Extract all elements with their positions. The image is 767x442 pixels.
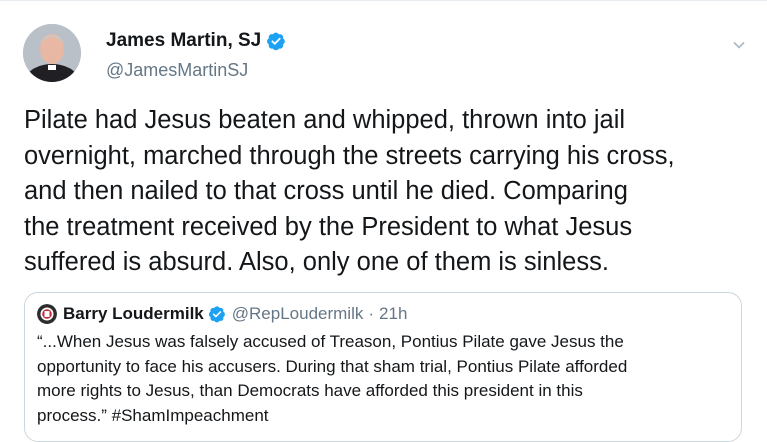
author-name[interactable]: James Martin, SJ xyxy=(106,30,286,52)
quoted-timestamp[interactable]: 21h xyxy=(379,304,407,324)
quoted-author-name[interactable]: Barry Loudermilk xyxy=(63,304,204,324)
separator-dot: · xyxy=(368,304,375,323)
quoted-author-handle[interactable]: @RepLoudermilk xyxy=(232,304,364,324)
author-avatar[interactable] xyxy=(23,24,81,82)
avatar-photo-icon xyxy=(23,24,81,82)
verified-badge-icon xyxy=(267,32,286,51)
top-divider xyxy=(0,0,767,1)
verified-badge-icon xyxy=(208,306,225,323)
quoted-tweet-card[interactable]: Barry Loudermilk @RepLoudermilk · 21h “.… xyxy=(24,292,742,442)
quoted-tweet-header: Barry Loudermilk @RepLoudermilk · 21h xyxy=(37,304,407,324)
quoted-author-avatar[interactable] xyxy=(37,304,57,324)
author-name-text: James Martin, SJ xyxy=(106,30,262,51)
tweet-text: Pilate had Jesus beaten and whipped, thr… xyxy=(24,106,675,276)
chevron-down-icon[interactable] xyxy=(732,38,746,52)
quoted-tweet-text: “...When Jesus was falsely accused of Tr… xyxy=(37,332,628,425)
author-handle[interactable]: @JamesMartinSJ xyxy=(106,60,248,81)
